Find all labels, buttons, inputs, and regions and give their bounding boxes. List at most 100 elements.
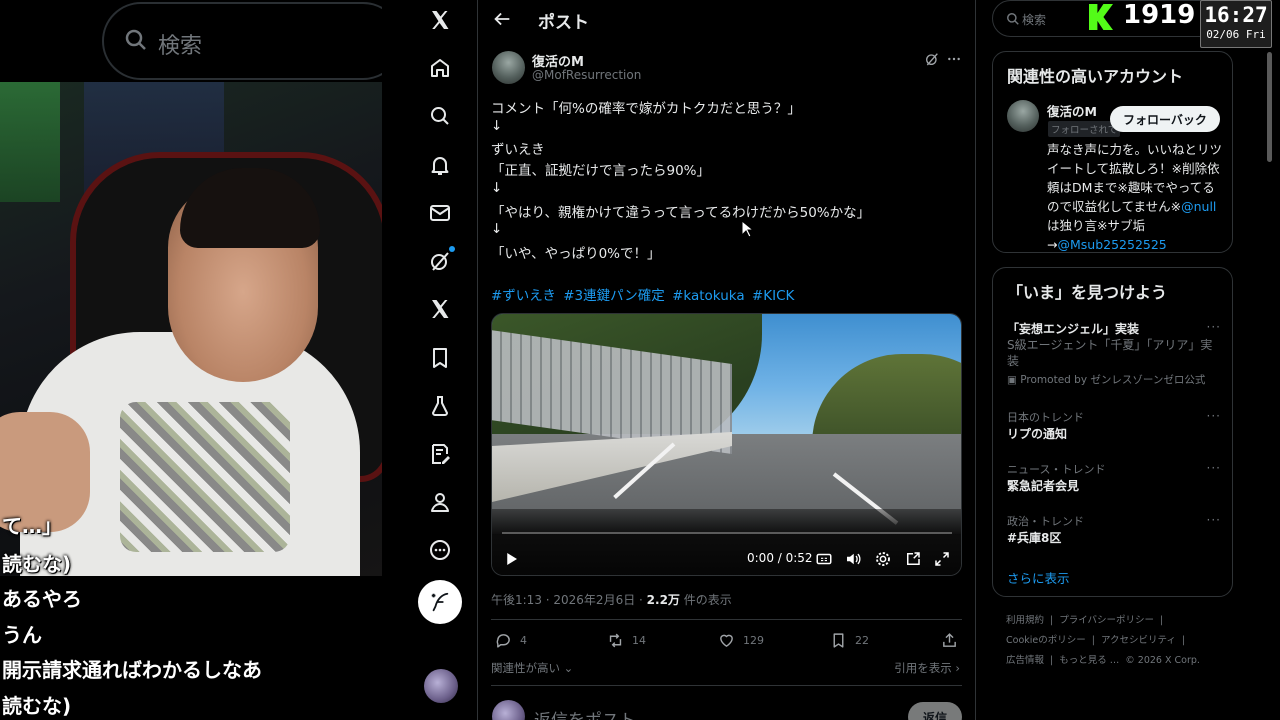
footer-link[interactable]: アクセシビリティ bbox=[1101, 635, 1176, 646]
compose-post-button[interactable] bbox=[418, 580, 462, 624]
follows-you-badge: フォローされて bbox=[1048, 121, 1121, 137]
grok-icon[interactable] bbox=[416, 237, 464, 285]
picture-in-picture-icon[interactable] bbox=[904, 550, 922, 568]
more-horizontal-icon[interactable]: ··· bbox=[1207, 320, 1221, 334]
reply-button[interactable]: 返信 bbox=[908, 702, 962, 720]
video-player[interactable]: 0:00 / 0:52 bbox=[491, 313, 962, 576]
reply-sort-label: 関連性が高い bbox=[491, 661, 560, 675]
post-text-line: ずいえき bbox=[491, 142, 545, 158]
more-options-circle-icon[interactable] bbox=[416, 526, 464, 574]
footer-link[interactable]: 広告情報 bbox=[1006, 655, 1044, 666]
post-text-line: 「いや、やっぱり0%で！」 bbox=[491, 246, 661, 262]
trend-category: 政治・トレンド bbox=[1007, 515, 1084, 528]
author-handle[interactable]: @MofResurrection bbox=[532, 68, 641, 82]
explore-search-icon[interactable] bbox=[416, 92, 464, 140]
chat-message: 読むな) bbox=[2, 694, 72, 718]
column-header: ポスト bbox=[478, 0, 975, 38]
bookmark-action[interactable]: 22 bbox=[830, 632, 869, 649]
trend-item[interactable]: 政治・トレンド #兵庫8区 ··· bbox=[1007, 513, 1221, 546]
video-controls: 0:00 / 0:52 bbox=[492, 546, 961, 574]
footer-links: 利用規約 | プライバシーポリシー | Cookieのポリシー | アクセシビリティ | 広… bbox=[1006, 615, 1200, 666]
reply-composer-avatar bbox=[492, 700, 525, 720]
share-action[interactable] bbox=[941, 632, 958, 649]
post-timestamp[interactable]: 午後1:13 · 2026年2月6日 · bbox=[491, 593, 643, 607]
reply-action[interactable]: 4 bbox=[495, 632, 527, 649]
footer-link[interactable]: 利用規約 bbox=[1006, 615, 1044, 626]
chat-message: て…」 bbox=[2, 514, 62, 538]
reply-input[interactable]: 返信をポスト bbox=[534, 706, 636, 720]
post-text-line: コメント「何%の確率で嫁がカトクカだと思う？」 bbox=[491, 101, 801, 117]
follow-back-button[interactable]: フォローバック bbox=[1110, 106, 1220, 132]
clock-widget: 16:27 02/06 Fri bbox=[1200, 0, 1272, 48]
like-action[interactable]: 129 bbox=[718, 632, 764, 649]
x-logo-icon[interactable] bbox=[416, 0, 464, 44]
author-avatar[interactable] bbox=[492, 51, 525, 84]
footer-link[interactable]: Cookieのポリシー bbox=[1006, 635, 1086, 646]
trend-item[interactable]: ニュース・トレンド 緊急記者会見 ··· bbox=[1007, 461, 1221, 494]
messages-mail-icon[interactable] bbox=[416, 189, 464, 237]
related-account-avatar[interactable] bbox=[1007, 100, 1039, 132]
view-count: 2.2万 bbox=[646, 593, 680, 607]
footer-link[interactable]: もっと見る … bbox=[1059, 655, 1119, 666]
volume-icon[interactable] bbox=[844, 550, 862, 568]
articles-edit-icon[interactable] bbox=[416, 430, 464, 478]
back-arrow-icon[interactable] bbox=[491, 8, 513, 30]
trend-description: S級エージェント「千夏」「アリア」実装 bbox=[1007, 338, 1213, 368]
account-avatar[interactable] bbox=[424, 669, 458, 703]
trend-name: 「妄想エンジェル」実装 bbox=[1007, 322, 1140, 336]
post-text-line: ↓ bbox=[491, 180, 503, 196]
trend-name: #兵庫8区 bbox=[1007, 531, 1062, 545]
divider bbox=[491, 685, 962, 686]
hashtag-link[interactable]: #ずいえき bbox=[491, 288, 556, 304]
like-count: 129 bbox=[743, 634, 764, 647]
mention-link[interactable]: @null bbox=[1181, 199, 1216, 214]
trend-item[interactable]: 日本のトレンド リプの通知 ··· bbox=[1007, 409, 1221, 442]
reply-bubble-icon bbox=[496, 634, 510, 648]
background-search-bar: 検索 bbox=[102, 2, 382, 80]
play-icon[interactable] bbox=[502, 550, 520, 568]
sidebar: 検索 1919 16:27 02/06 Fri 関連性の高いアカウント 復活のM… bbox=[992, 0, 1280, 720]
post-text-line: 「やはり、親権かけて違うって言ってるわけだから50%かな」 bbox=[491, 205, 871, 221]
related-account-name[interactable]: 復活のM bbox=[1047, 101, 1097, 120]
bookmarks-icon[interactable] bbox=[416, 334, 464, 382]
video-progress-bar[interactable] bbox=[502, 532, 952, 534]
more-horizontal-icon[interactable] bbox=[946, 51, 962, 67]
profile-person-icon[interactable] bbox=[416, 478, 464, 526]
home-icon[interactable] bbox=[416, 44, 464, 92]
flask-icon[interactable] bbox=[416, 382, 464, 430]
footer-link[interactable]: プライバシーポリシー bbox=[1059, 615, 1154, 626]
heart-icon bbox=[720, 634, 733, 647]
show-more-link[interactable]: さらに表示 bbox=[1007, 568, 1070, 587]
feather-plus-icon bbox=[431, 592, 449, 612]
chat-message: あるやろ bbox=[2, 587, 82, 611]
scrollbar[interactable] bbox=[1267, 52, 1272, 162]
post-text-line: 「正直、証拠だけで言ったら90%」 bbox=[491, 163, 711, 179]
trend-category: ニュース・トレンド bbox=[1007, 463, 1106, 476]
hashtag-link[interactable]: #3連鍵パン確定 bbox=[563, 288, 665, 304]
chevron-down-icon: ⌄ bbox=[560, 661, 574, 675]
trend-category: 日本のトレンド bbox=[1007, 411, 1084, 424]
fullscreen-icon[interactable] bbox=[933, 550, 951, 568]
more-horizontal-icon[interactable]: ··· bbox=[1207, 409, 1221, 423]
hashtag-link[interactable]: #katokuka bbox=[672, 288, 745, 304]
whats-happening-panel: 「いま」を見つけよう 「妄想エンジェル」実装 S級エージェント「千夏」「アリア」… bbox=[992, 267, 1233, 597]
mention-link[interactable]: @Msub25252525 bbox=[1057, 237, 1166, 252]
search-icon bbox=[125, 29, 146, 50]
background-search-text: 検索 bbox=[158, 34, 203, 59]
repost-action[interactable]: 14 bbox=[607, 632, 646, 649]
more-horizontal-icon[interactable]: ··· bbox=[1207, 513, 1221, 527]
search-placeholder: 検索 bbox=[1022, 13, 1047, 27]
more-horizontal-icon[interactable]: ··· bbox=[1207, 461, 1221, 475]
view-quotes-link[interactable]: 引用を表示 › bbox=[894, 660, 960, 676]
trend-item[interactable]: 「妄想エンジェル」実装 S級エージェント「千夏」「アリア」実装 ▣ Promot… bbox=[1007, 320, 1221, 387]
premium-x-icon[interactable] bbox=[416, 285, 464, 333]
notifications-bell-icon[interactable] bbox=[416, 141, 464, 189]
reply-sort-dropdown[interactable]: 関連性が高い ⌄ bbox=[491, 660, 573, 676]
post-text-line: ↓ bbox=[491, 118, 503, 134]
search-input[interactable]: 検索 bbox=[992, 0, 1232, 37]
settings-gear-icon[interactable] bbox=[874, 550, 892, 568]
hashtag-link[interactable]: #KICK bbox=[752, 288, 794, 304]
captions-icon[interactable] bbox=[815, 550, 833, 568]
chat-message: 読むな) bbox=[2, 552, 72, 576]
grok-explain-icon[interactable] bbox=[924, 51, 940, 67]
